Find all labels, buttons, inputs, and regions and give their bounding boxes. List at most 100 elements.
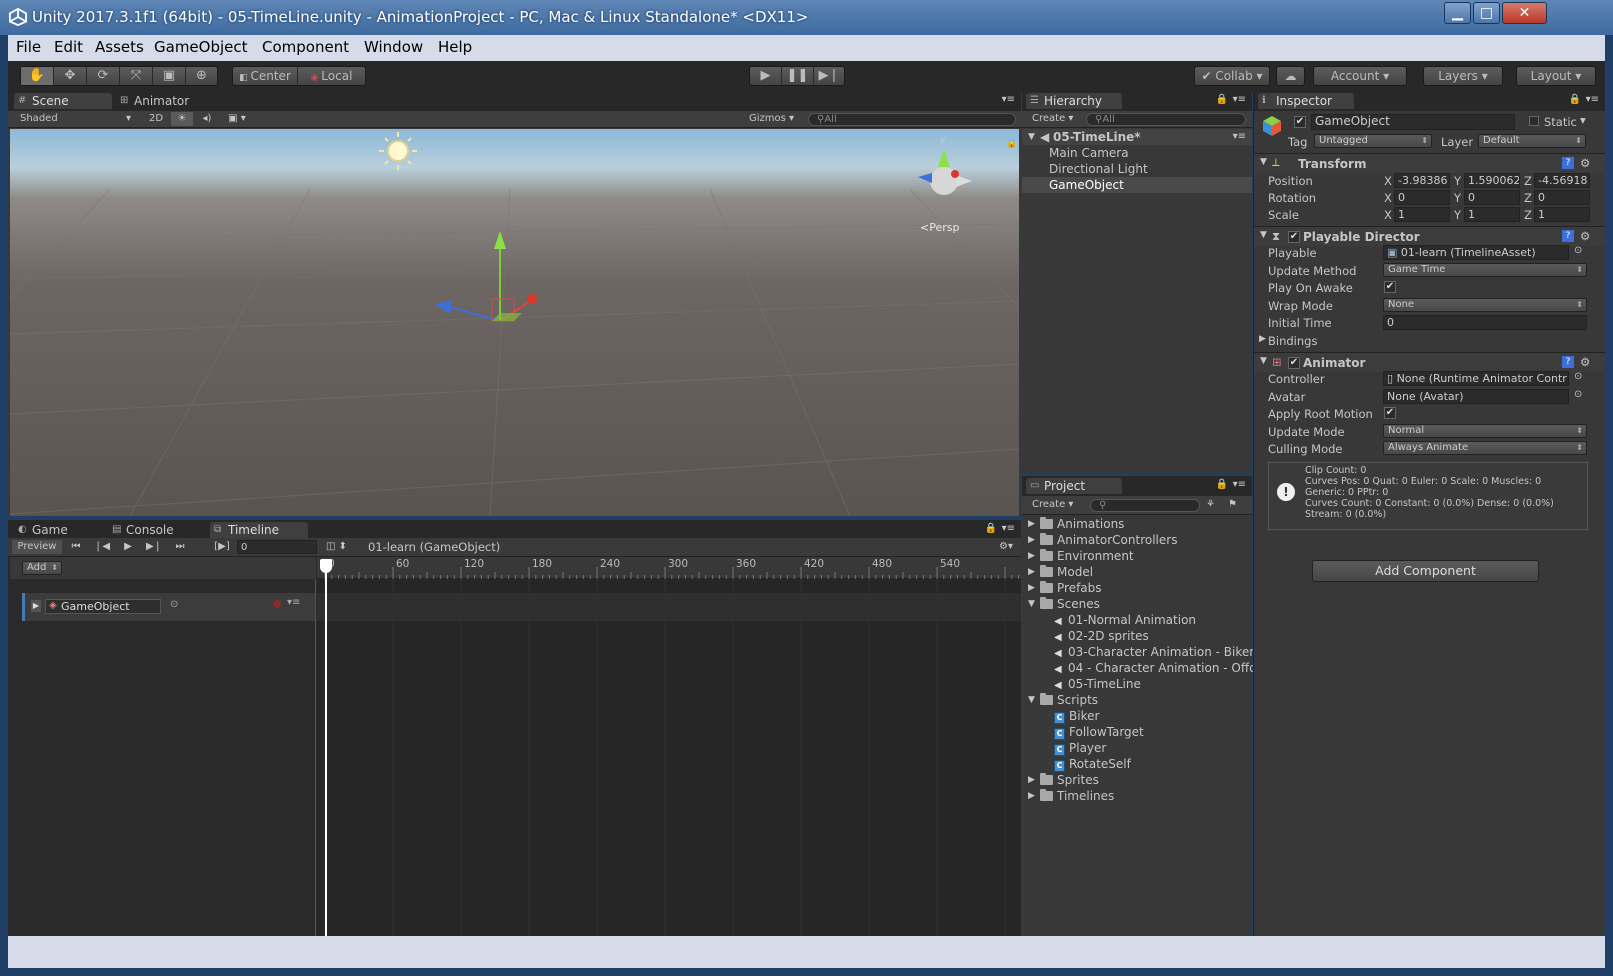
play-range-icon[interactable]: [▶] xyxy=(211,540,233,554)
project-scene-item[interactable]: ◀ 02-2D sprites xyxy=(1022,628,1252,644)
controller-field[interactable]: ▯ None (Runtime Animator Contr xyxy=(1383,371,1569,386)
gear-icon[interactable]: ⚙ xyxy=(1580,355,1590,369)
wrap-mode-dropdown[interactable]: None xyxy=(1383,298,1587,312)
panel-menu-icon[interactable]: ▾≡ xyxy=(1233,93,1246,107)
scale-y-field[interactable]: 1 xyxy=(1464,207,1520,222)
panel-menu-icon[interactable]: ▾≡ xyxy=(1586,93,1599,107)
tag-dropdown[interactable]: Untagged xyxy=(1314,134,1432,148)
project-scene-item[interactable]: ◀ 05-TimeLine xyxy=(1022,676,1252,692)
add-component-button[interactable]: Add Component xyxy=(1312,560,1539,582)
menu-help[interactable]: Help xyxy=(438,38,472,56)
hierarchy-scene-row[interactable]: ▼ ◀ 05-TimeLine* ▾≡ xyxy=(1022,129,1252,145)
project-folder[interactable]: ▶ Sprites xyxy=(1022,772,1252,788)
minimize-button[interactable]: ▁ xyxy=(1444,2,1471,24)
panel-menu-icon[interactable]: ▾≡ xyxy=(1002,93,1015,107)
scale-x-field[interactable]: 1 xyxy=(1394,207,1450,222)
next-frame-icon[interactable]: ▶❘ xyxy=(144,540,164,554)
menu-assets[interactable]: Assets xyxy=(95,38,144,56)
menu-window[interactable]: Window xyxy=(364,38,423,56)
expand-right-icon[interactable]: ▶ xyxy=(1028,564,1035,580)
update-mode-dropdown[interactable]: Normal xyxy=(1383,424,1587,438)
menu-file[interactable]: File xyxy=(16,38,41,56)
lock-icon[interactable]: 🔒 xyxy=(1569,93,1581,107)
playable-director-header[interactable]: ▼ ⧗ ✔ Playable Director ? ⚙ xyxy=(1254,226,1605,246)
gizmos-dropdown[interactable]: Gizmos ▾ xyxy=(749,112,799,126)
timeline-play-icon[interactable]: ▶ xyxy=(118,540,138,554)
project-scene-item[interactable]: ◀ 01-Normal Animation xyxy=(1022,612,1252,628)
transform-tool-icon[interactable]: ⊕ xyxy=(186,67,217,85)
project-folder[interactable]: ▼ Scenes xyxy=(1022,596,1252,612)
playhead[interactable] xyxy=(325,561,327,936)
playable-field[interactable]: ▣ 01-learn (TimelineAsset) xyxy=(1383,245,1569,260)
go-to-end-icon[interactable]: ⏭ xyxy=(170,540,190,554)
lock-icon[interactable]: 🔒 xyxy=(985,522,997,536)
rotation-z-field[interactable]: 0 xyxy=(1534,190,1590,205)
project-script-item[interactable]: C RotateSelf xyxy=(1022,756,1252,772)
filter-label-icon[interactable]: ⚑ xyxy=(1228,498,1237,512)
help-icon[interactable]: ? xyxy=(1562,356,1574,368)
director-enabled-checkbox[interactable]: ✔ xyxy=(1288,231,1300,243)
track-row[interactable]: ▶ ◈ GameObject ⊙ ▾≡ xyxy=(22,593,315,621)
position-y-field[interactable]: 1.590062 xyxy=(1464,173,1520,188)
layout-dropdown[interactable]: Layout ▾ xyxy=(1516,66,1596,86)
layers-dropdown[interactable]: Layers ▾ xyxy=(1423,66,1503,86)
track-menu-icon[interactable]: ▾≡ xyxy=(287,597,300,608)
active-checkbox[interactable]: ✔ xyxy=(1294,116,1306,128)
expand-arrow-icon[interactable]: ▼ xyxy=(1260,356,1267,366)
frame-field[interactable]: 0 xyxy=(237,540,317,554)
menu-gameobject[interactable]: GameObject xyxy=(154,38,248,56)
project-folder[interactable]: ▶ AnimatorControllers xyxy=(1022,532,1252,548)
static-dropdown-icon[interactable]: ▾ xyxy=(1580,113,1586,127)
expand-right-icon[interactable]: ▶ xyxy=(1028,788,1035,804)
hand-tool-icon[interactable]: ✋ xyxy=(21,67,54,85)
static-checkbox[interactable] xyxy=(1529,116,1539,126)
apply-root-motion-checkbox[interactable]: ✔ xyxy=(1384,407,1396,419)
position-z-field[interactable]: -4.56918 xyxy=(1534,173,1590,188)
track-binding-field[interactable]: ◈ GameObject xyxy=(45,599,161,614)
scene-viewport[interactable]: y <Persp 🔒 xyxy=(10,129,1019,516)
expand-down-icon[interactable]: ▼ xyxy=(1028,596,1035,612)
persp-label[interactable]: <Persp xyxy=(920,221,959,234)
preview-toggle[interactable]: Preview xyxy=(12,540,62,554)
object-picker-icon[interactable]: ⊙ xyxy=(170,599,178,610)
tab-hierarchy[interactable]: ☰ Hierarchy xyxy=(1026,93,1122,109)
hierarchy-create-dropdown[interactable]: Create ▾ xyxy=(1032,112,1073,126)
rotate-tool-icon[interactable]: ⟳ xyxy=(87,67,120,85)
tab-console[interactable]: ▤ Console xyxy=(108,522,206,538)
audio-icon[interactable]: ◂) xyxy=(197,112,217,126)
expand-arrow-icon[interactable]: ▼ xyxy=(1260,230,1267,240)
expand-right-icon[interactable]: ▶ xyxy=(1028,772,1035,788)
account-dropdown[interactable]: Account ▾ xyxy=(1313,66,1407,86)
avatar-field[interactable]: None (Avatar) xyxy=(1383,389,1569,404)
play-on-awake-checkbox[interactable]: ✔ xyxy=(1384,281,1396,293)
project-create-dropdown[interactable]: Create ▾ xyxy=(1032,498,1073,512)
prev-frame-icon[interactable]: ❘◀ xyxy=(92,540,112,554)
gear-icon[interactable]: ⚙ xyxy=(1580,156,1590,170)
rect-tool-icon[interactable]: ▣ xyxy=(153,67,186,85)
tab-scene[interactable]: # Scene xyxy=(14,93,112,109)
lock-icon[interactable]: 🔒 xyxy=(1216,478,1228,492)
help-icon[interactable]: ? xyxy=(1562,157,1574,169)
lock-icon[interactable]: 🔒 xyxy=(1216,93,1228,107)
expand-right-icon[interactable]: ▶ xyxy=(1028,548,1035,564)
add-track-button[interactable]: Add xyxy=(22,561,62,575)
position-x-field[interactable]: -3.98386 xyxy=(1394,173,1450,188)
initial-time-field[interactable]: 0 xyxy=(1383,315,1587,330)
maximize-button[interactable]: □ xyxy=(1473,2,1500,24)
timeline-lanes[interactable]: 060120180240300360420480540 xyxy=(317,557,1021,936)
pivot-local-button[interactable]: ◉ Local xyxy=(298,67,365,85)
object-picker-icon[interactable]: ⊙ xyxy=(1574,245,1582,256)
project-script-item[interactable]: C Biker xyxy=(1022,708,1252,724)
cloud-icon[interactable]: ☁ xyxy=(1276,66,1305,86)
transform-header[interactable]: ▼ ⟂ Transform ? ⚙ xyxy=(1254,153,1605,173)
bindings-label[interactable]: Bindings xyxy=(1268,334,1317,348)
object-name-input[interactable]: GameObject xyxy=(1311,114,1515,130)
layer-dropdown[interactable]: Default xyxy=(1478,134,1586,148)
scale-tool-icon[interactable]: ⤧ xyxy=(120,67,153,85)
rotation-y-field[interactable]: 0 xyxy=(1464,190,1520,205)
expand-right-icon[interactable]: ▶ xyxy=(1028,532,1035,548)
move-tool-icon[interactable]: ✥ xyxy=(54,67,87,85)
animator-header[interactable]: ▼ ⊞ ✔ Animator ? ⚙ xyxy=(1254,352,1605,372)
shading-dropdown[interactable]: Shaded ▾ xyxy=(20,112,135,126)
hierarchy-item-directional-light[interactable]: Directional Light xyxy=(1022,161,1252,177)
